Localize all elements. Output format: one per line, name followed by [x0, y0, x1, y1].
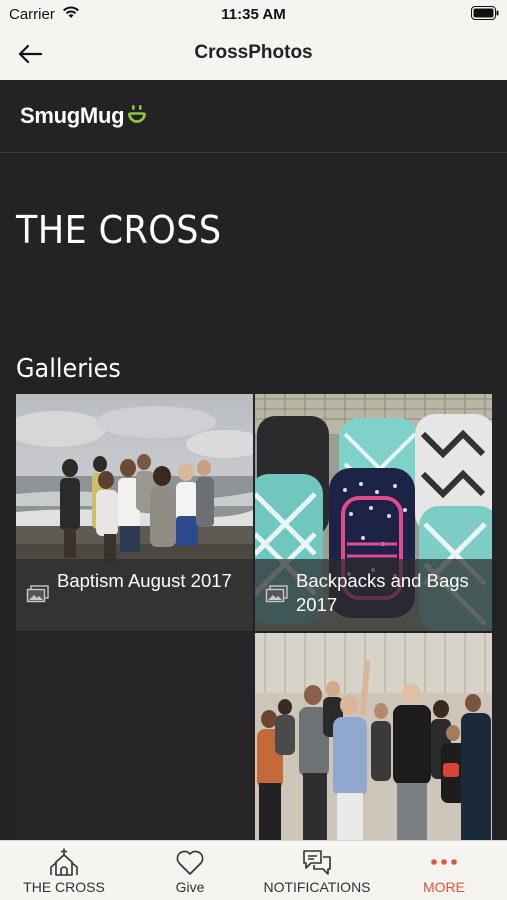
gallery-tile-backpacks[interactable]: Backpacks and Bags 2017 — [255, 394, 492, 631]
smugmug-header: SmugMug — [0, 80, 507, 153]
gallery-webview[interactable]: SmugMug THE CROSS Galleries Baptism Augu… — [0, 80, 507, 840]
tab-bar: THE CROSS Give NOTIFICATIONS MORE — [0, 840, 507, 900]
heart-icon — [176, 850, 204, 875]
status-bar: Carrier 11:35 AM — [0, 0, 507, 28]
gallery-stack-icon — [26, 585, 50, 608]
tab-notifications[interactable]: NOTIFICATIONS — [256, 841, 378, 900]
navigation-bar: CrossPhotos — [0, 28, 507, 80]
gallery-tile-group[interactable] — [255, 633, 492, 840]
tab-more[interactable]: MORE — [404, 841, 484, 900]
tab-label: THE CROSS — [23, 879, 105, 895]
smugmug-smile-icon — [128, 105, 147, 123]
gallery-tile-empty[interactable] — [16, 633, 253, 840]
gallery-caption: Baptism August 2017 — [16, 559, 253, 631]
tab-label: Give — [175, 879, 205, 895]
clock: 11:35 AM — [221, 6, 286, 23]
gallery-tile-baptism[interactable]: Baptism August 2017 — [16, 394, 253, 631]
tab-label: MORE — [423, 879, 465, 895]
tab-label: NOTIFICATIONS — [263, 879, 371, 895]
chat-bubbles-icon — [303, 850, 331, 875]
tab-give[interactable]: Give — [150, 841, 230, 900]
site-title: THE CROSS — [16, 208, 222, 252]
gallery-caption: Backpacks and Bags 2017 — [255, 559, 492, 631]
nav-title: CrossPhotos — [194, 42, 313, 63]
more-dots-icon — [431, 859, 457, 865]
smugmug-logo[interactable]: SmugMug — [20, 103, 147, 129]
gallery-thumbnail-group-photo — [255, 633, 492, 840]
tab-the-cross[interactable]: THE CROSS — [14, 841, 114, 900]
smugmug-logo-text: SmugMug — [20, 103, 125, 128]
gallery-stack-icon — [265, 585, 289, 608]
gallery-title: Baptism August 2017 — [57, 570, 232, 591]
galleries-heading: Galleries — [16, 354, 121, 384]
battery-icon — [471, 6, 499, 25]
church-icon — [50, 848, 78, 876]
gallery-title: Backpacks and Bags 2017 — [296, 570, 469, 615]
